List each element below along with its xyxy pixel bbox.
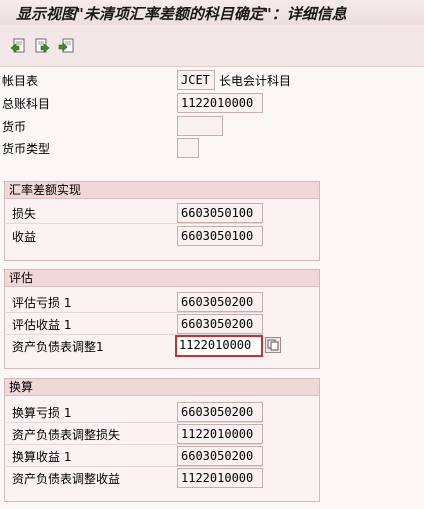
translation-bs-adj-gain-label: 资产负债表调整收益	[12, 472, 121, 486]
currency-label: 货币	[2, 120, 27, 134]
realized-differences-title: 汇率差额实现	[5, 182, 319, 199]
row-divider	[6, 422, 262, 423]
valuation-bs-adj1-label: 资产负债表调整1	[12, 340, 104, 354]
translation-bs-adj-loss-field[interactable]: 1122010000	[177, 424, 263, 444]
translation-title: 换算	[5, 379, 319, 396]
translation-loss1-label: 换算亏损 1	[12, 406, 72, 420]
valuation-loss1-field[interactable]: 6603050200	[177, 292, 263, 312]
row-divider	[6, 466, 262, 467]
currency-type-field[interactable]	[177, 138, 199, 158]
next-entry-icon	[35, 38, 50, 53]
realized-gain-field[interactable]: 6603050100	[177, 226, 263, 246]
translation-bs-adj-gain-field[interactable]: 1122010000	[177, 468, 263, 488]
valuation-gain1-field[interactable]: 6603050200	[177, 314, 263, 334]
row-divider	[6, 223, 262, 224]
other-entry-icon	[58, 38, 74, 53]
valuation-gain1-label: 评估收益 1	[12, 318, 72, 332]
gl-account-field[interactable]: 1122010000	[177, 93, 263, 113]
currency-field[interactable]	[177, 116, 223, 136]
valuation-loss1-label: 评估亏损 1	[12, 296, 72, 310]
row-divider	[6, 312, 262, 313]
chart-of-accounts-label: 帐目表	[2, 74, 39, 88]
previous-entry-button[interactable]	[10, 38, 26, 54]
currency-type-label: 货币类型	[2, 142, 51, 156]
valuation-title: 评估	[5, 270, 319, 287]
window-title: 显示视图"未清项汇率差额的科目确定"：详细信息	[0, 0, 424, 25]
valuation-bs-adj1-field[interactable]: 1122010000	[175, 335, 263, 357]
gl-account-label: 总账科目	[2, 97, 51, 111]
chart-of-accounts-description: 长电会计科目	[219, 74, 292, 88]
translation-bs-adj-loss-label: 资产负债表调整损失	[12, 428, 121, 442]
translation-loss1-field[interactable]: 6603050200	[177, 402, 263, 422]
realized-gain-label: 收益	[12, 230, 37, 244]
row-divider	[6, 444, 262, 445]
realized-differences-group: 汇率差额实现	[4, 181, 320, 261]
previous-entry-icon	[10, 38, 25, 53]
value-help-icon	[267, 339, 279, 351]
realized-loss-field[interactable]: 6603050100	[177, 203, 263, 223]
translation-gain1-field[interactable]: 6603050200	[177, 446, 263, 466]
translation-gain1-label: 换算收益 1	[12, 450, 72, 464]
chart-of-accounts-field[interactable]: JCET	[177, 70, 215, 90]
other-entry-button[interactable]	[58, 38, 74, 54]
next-entry-button[interactable]	[34, 38, 50, 54]
realized-loss-label: 损失	[12, 207, 37, 221]
value-help-button[interactable]	[265, 337, 281, 353]
application-toolbar	[0, 25, 424, 67]
